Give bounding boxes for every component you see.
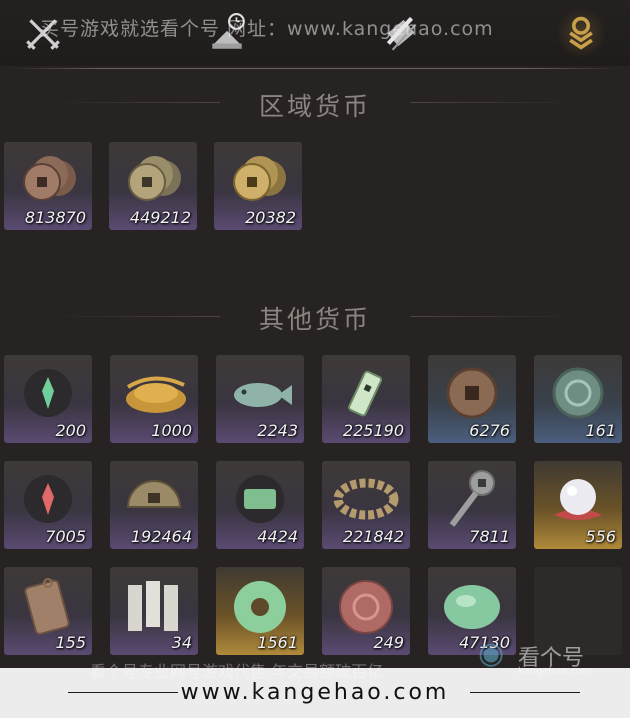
title-divider-right xyxy=(410,316,580,317)
currency-slot[interactable]: 225190 xyxy=(322,355,410,443)
jade-fish-icon xyxy=(234,383,292,407)
jade-sigil-icon xyxy=(24,369,72,417)
currency-slot[interactable]: 1561 xyxy=(216,567,304,655)
jade-medallion-icon xyxy=(552,367,604,419)
logo-subtext: kangehao.com xyxy=(518,666,592,677)
item-quantity: 34 xyxy=(171,633,192,652)
tab-currency[interactable] xyxy=(556,8,606,58)
currency-slot[interactable]: 7005 xyxy=(4,461,92,549)
logo-mark-icon: ◉ xyxy=(478,636,505,671)
currency-slot[interactable]: 7811 xyxy=(428,461,516,549)
section-title-region-currency: 区域货币 xyxy=(258,92,371,121)
currency-slot[interactable]: 1000 xyxy=(110,355,198,443)
coin-string-icon xyxy=(333,478,399,520)
grain-pile-icon xyxy=(126,376,186,413)
item-quantity: 161 xyxy=(585,421,616,440)
currency-slot[interactable]: 249 xyxy=(322,567,410,655)
currency-slot[interactable]: 200 xyxy=(4,355,92,443)
currency-slot[interactable]: 161 xyxy=(534,355,622,443)
section-title-other-currency: 其他货币 xyxy=(258,305,371,334)
watermark-logo: ◉ 看个号 kangehao.com xyxy=(478,636,592,686)
item-quantity: 20382 xyxy=(245,208,296,227)
bronze-plaque-icon xyxy=(24,578,70,635)
item-quantity: 155 xyxy=(55,633,86,652)
red-sigil-icon xyxy=(24,475,72,523)
copper-coin-stack-icon xyxy=(23,156,76,201)
currency-slot[interactable]: 155 xyxy=(4,567,92,655)
item-quantity: 7005 xyxy=(45,527,86,546)
item-quantity: 7811 xyxy=(469,527,510,546)
item-quantity: 6276 xyxy=(469,421,510,440)
item-quantity: 556 xyxy=(585,527,616,546)
jade-disc-icon xyxy=(234,581,286,633)
item-quantity: 1561 xyxy=(257,633,298,652)
paper-notes-icon xyxy=(128,581,178,631)
currency-slot[interactable]: 813870 xyxy=(4,142,92,230)
jade-stone-icon xyxy=(444,585,500,629)
gold-coin-stack-icon xyxy=(233,156,286,201)
item-quantity: 1000 xyxy=(151,421,192,440)
item-quantity: 221842 xyxy=(342,527,404,546)
watermark-footer-slogan: 看个号专业网号游戏代售 年交易额破百亿 xyxy=(90,662,384,681)
currency-slot[interactable]: 556 xyxy=(534,461,622,549)
currency-slot[interactable]: 192464 xyxy=(110,461,198,549)
item-quantity: 2243 xyxy=(257,421,298,440)
item-quantity: 813870 xyxy=(24,208,86,227)
currency-slot[interactable]: 449212 xyxy=(109,142,197,230)
item-quantity: 192464 xyxy=(130,527,192,546)
jade-tablet-icon xyxy=(348,370,383,417)
currency-icon xyxy=(569,16,593,50)
header-divider xyxy=(10,68,620,69)
item-quantity: 4424 xyxy=(257,527,298,546)
footer-line-right xyxy=(470,692,580,693)
half-coin-icon xyxy=(126,480,182,508)
currency-slot[interactable]: 4424 xyxy=(216,461,304,549)
currency-slot[interactable]: 34 xyxy=(110,567,198,655)
red-jade-icon xyxy=(339,580,393,634)
pearl-icon xyxy=(554,479,602,520)
watermark-top: 买号游戏就选看个号 网址：www.kangehao.com xyxy=(40,18,494,40)
currency-slot[interactable]: 20382 xyxy=(214,142,302,230)
currency-slot[interactable]: 6276 xyxy=(428,355,516,443)
title-divider-right xyxy=(410,102,580,103)
brass-coin-stack-icon xyxy=(128,156,181,201)
item-quantity: 449212 xyxy=(129,208,191,227)
jade-token-icon xyxy=(236,475,284,523)
item-quantity: 200 xyxy=(55,421,86,440)
top-tab-bar: 买号游戏就选看个号 网址：www.kangehao.com xyxy=(0,0,630,66)
ancient-coin-icon xyxy=(446,367,498,419)
item-quantity: 225190 xyxy=(342,421,404,440)
key-coin-icon xyxy=(449,470,495,527)
currency-slot[interactable]: 221842 xyxy=(322,461,410,549)
item-quantity: 249 xyxy=(373,633,404,652)
currency-slot[interactable]: 2243 xyxy=(216,355,304,443)
